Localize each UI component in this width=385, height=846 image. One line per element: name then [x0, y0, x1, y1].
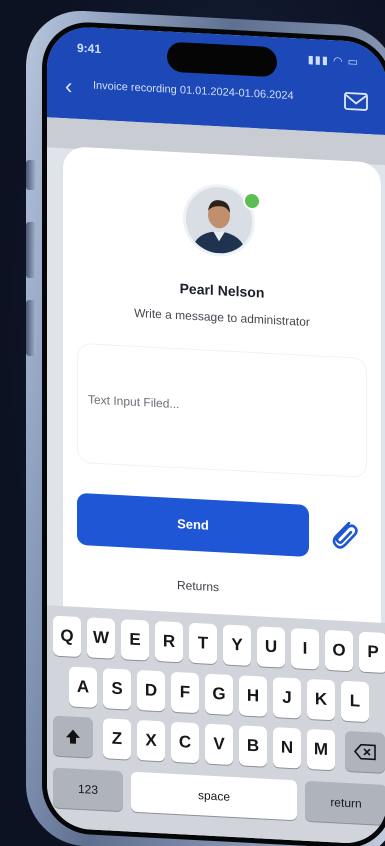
onscreen-keyboard: Q W E R T Y U I O P A S D F G H J K L Z …	[47, 605, 385, 846]
key-x[interactable]: X	[137, 719, 165, 762]
send-button[interactable]: Send	[77, 492, 309, 557]
key-q[interactable]: Q	[53, 615, 81, 658]
app-header: 9:41 ▮▮▮ ◠ ▭ ‹ Invoice recording 01.01.2…	[47, 25, 385, 136]
shift-icon[interactable]	[53, 715, 93, 758]
key-v[interactable]: V	[205, 723, 233, 766]
return-key[interactable]: return	[305, 780, 385, 826]
key-e[interactable]: E	[121, 619, 149, 661]
key-s[interactable]: S	[103, 668, 131, 710]
phone-screen: 9:41 ▮▮▮ ◠ ▭ ‹ Invoice recording 01.01.2…	[42, 20, 385, 846]
numbers-key[interactable]: 123	[53, 767, 123, 812]
key-h[interactable]: H	[239, 675, 267, 717]
key-d[interactable]: D	[137, 669, 165, 712]
backspace-icon[interactable]	[345, 730, 385, 773]
page-title: Invoice recording 01.01.2024-01.06.2024	[93, 79, 294, 103]
mail-icon[interactable]	[343, 89, 369, 114]
space-key[interactable]: space	[131, 771, 297, 821]
mute-switch	[26, 160, 36, 190]
key-c[interactable]: C	[171, 721, 199, 764]
key-i[interactable]: I	[291, 628, 319, 670]
status-icons: ▮▮▮ ◠ ▭	[307, 53, 359, 69]
status-time: 9:41	[77, 40, 102, 57]
key-u[interactable]: U	[257, 626, 285, 668]
chevron-left-icon[interactable]: ‹	[65, 73, 72, 98]
message-input[interactable]: Text Input Filed...	[77, 342, 367, 479]
key-n[interactable]: N	[273, 727, 301, 769]
key-t[interactable]: T	[189, 622, 217, 665]
key-a[interactable]: A	[69, 666, 97, 708]
header-row: ‹ Invoice recording 01.01.2024-01.06.202…	[47, 71, 385, 119]
returns-link[interactable]: Returns	[63, 572, 333, 600]
key-r[interactable]: R	[155, 620, 183, 663]
key-p[interactable]: P	[359, 631, 385, 674]
message-prompt: Write a message to administrator	[134, 305, 310, 330]
message-card: Pearl Nelson Write a message to administ…	[63, 146, 381, 643]
key-g[interactable]: G	[205, 673, 233, 716]
key-y[interactable]: Y	[223, 624, 251, 666]
volume-up-button	[26, 222, 36, 278]
user-name: Pearl Nelson	[179, 280, 265, 301]
key-b[interactable]: B	[239, 725, 267, 767]
volume-down-button	[26, 300, 36, 356]
key-o[interactable]: O	[325, 629, 353, 672]
key-m[interactable]: M	[307, 728, 335, 771]
message-input-placeholder: Text Input Filed...	[88, 392, 180, 412]
key-z[interactable]: Z	[103, 718, 131, 760]
online-status-dot	[243, 191, 261, 211]
key-w[interactable]: W	[87, 617, 115, 659]
key-l[interactable]: L	[341, 680, 369, 723]
key-k[interactable]: K	[307, 678, 335, 721]
key-f[interactable]: F	[171, 671, 199, 714]
paperclip-icon[interactable]	[325, 514, 361, 556]
key-j[interactable]: J	[273, 677, 301, 719]
dynamic-island	[167, 41, 277, 78]
marketing-stage: 9:41 ▮▮▮ ◠ ▭ ‹ Invoice recording 01.01.2…	[0, 0, 385, 846]
